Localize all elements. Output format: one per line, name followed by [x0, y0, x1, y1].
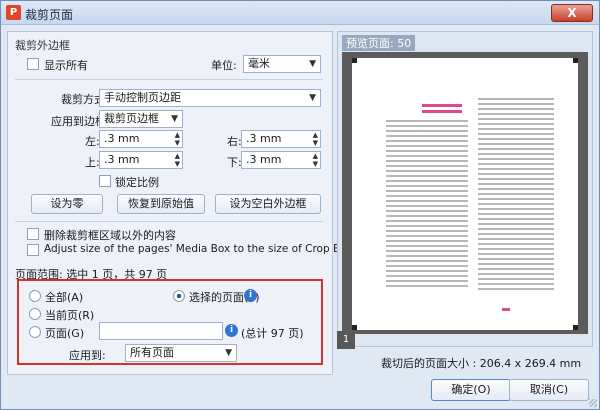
show-all-label: 显示所有: [44, 59, 88, 72]
apply-to-label: 应用到:: [69, 349, 106, 362]
bottom-margin-stepper[interactable]: .3 mm ▲ ▼: [241, 151, 321, 169]
all-pages-label: 全部(A): [45, 291, 84, 304]
spin-arrows-icon[interactable]: ▲ ▼: [175, 152, 180, 168]
divider: [15, 221, 323, 222]
spin-arrows-icon[interactable]: ▲ ▼: [313, 131, 318, 147]
restore-original-button[interactable]: 恢复到原始值: [117, 194, 205, 214]
pages-input[interactable]: [99, 322, 223, 340]
unit-label: 单位:: [211, 59, 237, 72]
pages-label: 页面(G): [45, 327, 85, 340]
window-title: 裁剪页面: [25, 8, 74, 22]
pages-radio[interactable]: [29, 326, 41, 338]
crop-mode-value: 手动控制页边距: [104, 91, 181, 104]
adjust-media-box-label: Adjust size of the pages' Media Box to t…: [44, 243, 353, 255]
crop-pages-dialog: P 裁剪页面 X 裁剪外边框 显示所有 单位: 毫米 ▼ 裁剪方式 手动控制页边…: [0, 0, 600, 410]
crop-mode-select[interactable]: 手动控制页边距 ▼: [99, 89, 321, 107]
apply-box-value: 裁剪页边框: [104, 112, 159, 125]
unit-value: 毫米: [248, 57, 270, 70]
apply-to-select[interactable]: 所有页面 ▼: [125, 344, 237, 362]
chevron-down-icon: ▼: [171, 114, 178, 124]
left-margin-label: 左:: [85, 135, 100, 148]
preview-panel: 预览页面: 50: [337, 31, 593, 347]
show-all-checkbox[interactable]: [27, 58, 39, 70]
chevron-down-icon: ▼: [309, 93, 316, 103]
app-icon: P: [6, 5, 21, 20]
ok-button[interactable]: 确定(O): [431, 379, 511, 401]
top-margin-stepper[interactable]: .3 mm ▲ ▼: [99, 151, 183, 169]
right-margin-label: 右:: [227, 135, 242, 148]
cancel-button[interactable]: 取消(C): [509, 379, 589, 401]
unit-select[interactable]: 毫米 ▼: [243, 55, 321, 73]
set-white-margins-button[interactable]: 设为空白外边框: [215, 194, 321, 214]
delete-outside-label: 删除裁剪框区域以外的内容: [44, 229, 176, 242]
preview-title: 预览页面: 50: [342, 35, 416, 51]
info-icon[interactable]: i: [244, 289, 257, 302]
preview-page: [352, 58, 578, 330]
crop-margins-section-title: 裁剪外边框: [15, 39, 70, 52]
top-margin-value: .3 mm: [104, 153, 140, 166]
all-pages-radio[interactable]: [29, 290, 41, 302]
right-margin-value: .3 mm: [246, 132, 282, 145]
preview-area[interactable]: [342, 52, 588, 334]
top-margin-label: 上:: [85, 156, 100, 169]
set-zero-button[interactable]: 设为零: [31, 194, 103, 214]
spin-arrows-icon[interactable]: ▲ ▼: [175, 131, 180, 147]
apply-box-select[interactable]: 裁剪页边框 ▼: [99, 110, 183, 128]
lock-ratio-label: 锁定比例: [115, 176, 159, 189]
total-pages-label: (总计 97 页): [241, 327, 304, 340]
close-button[interactable]: X: [551, 4, 593, 22]
spin-arrows-icon[interactable]: ▲ ▼: [313, 152, 318, 168]
crop-size-label: 裁切后的页面大小 : 206.4 x 269.4 mm: [381, 357, 582, 370]
page-number-badge: 1: [337, 331, 355, 349]
divider: [15, 79, 323, 80]
delete-outside-checkbox[interactable]: [27, 228, 39, 240]
apply-box-label: 应用到边框: [51, 115, 106, 128]
bottom-margin-label: 下:: [227, 156, 242, 169]
title-bar: P 裁剪页面 X: [1, 1, 599, 25]
current-page-label: 当前页(R): [45, 309, 95, 322]
chevron-down-icon: ▼: [309, 59, 316, 69]
info-icon[interactable]: i: [225, 324, 238, 337]
adjust-media-box-checkbox[interactable]: [27, 244, 39, 256]
page-content-thumbnail: [386, 98, 554, 311]
left-margin-value: .3 mm: [104, 132, 140, 145]
current-page-radio[interactable]: [29, 308, 41, 320]
right-margin-stepper[interactable]: .3 mm ▲ ▼: [241, 130, 321, 148]
bottom-margin-value: .3 mm: [246, 153, 282, 166]
apply-to-value: 所有页面: [130, 346, 174, 359]
chevron-down-icon: ▼: [225, 348, 232, 358]
left-margin-stepper[interactable]: .3 mm ▲ ▼: [99, 130, 183, 148]
lock-ratio-checkbox[interactable]: [99, 175, 111, 187]
selected-pages-radio[interactable]: [173, 290, 185, 302]
resize-grip-icon[interactable]: [589, 399, 597, 407]
